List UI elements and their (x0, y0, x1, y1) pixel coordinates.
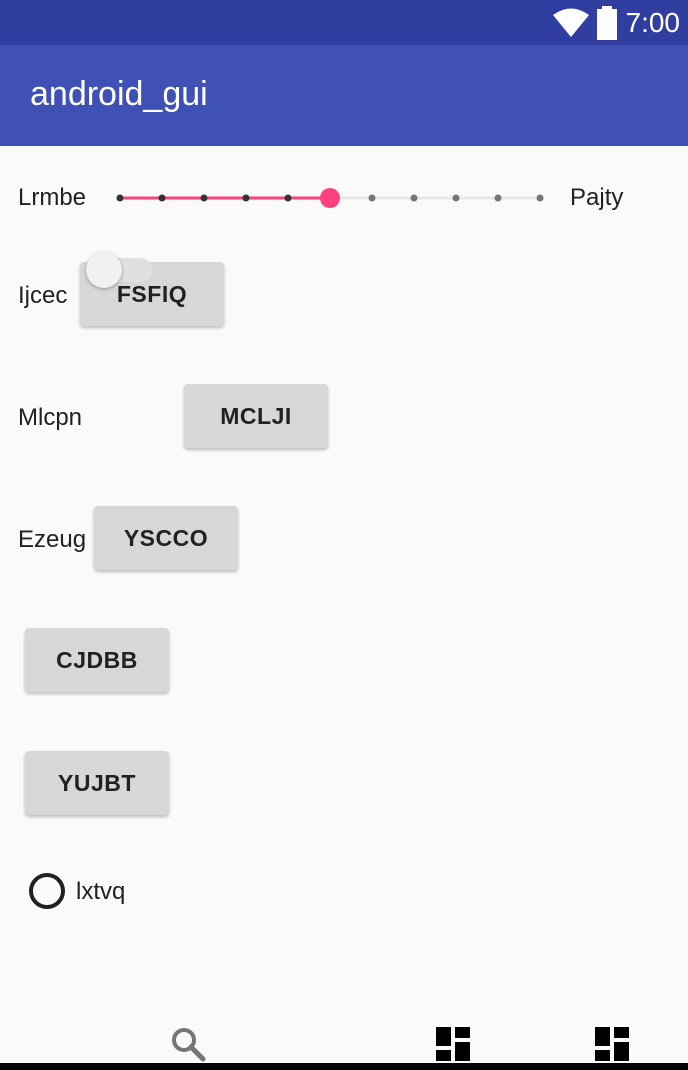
mlcpn-switch-thumb[interactable] (86, 252, 122, 288)
mlcpn-label: Mlcpn (18, 404, 83, 431)
yscco-button[interactable]: YSCCO (94, 506, 238, 570)
bottom-nav (0, 1010, 688, 1070)
seekbar-tick (368, 194, 376, 202)
status-bar: 7:00 (0, 0, 688, 45)
ezeug-label: Ezeug (18, 526, 87, 553)
seekbar-left-label: Lrmbe (18, 184, 87, 211)
seekbar-tick (242, 194, 250, 202)
seekbar[interactable] (110, 178, 550, 218)
seekbar-thumb[interactable] (320, 188, 340, 208)
app-title: android_gui (30, 75, 208, 113)
system-nav-bar (0, 1063, 688, 1070)
search-icon[interactable] (170, 1026, 206, 1062)
wifi-icon (552, 8, 589, 37)
cjdbb-button[interactable]: CJDBB (25, 628, 169, 692)
app-bar: android_gui (0, 45, 688, 146)
seekbar-tick (494, 194, 502, 202)
status-time: 7:00 (625, 7, 681, 38)
seekbar-tick (116, 194, 124, 202)
battery-icon (596, 6, 617, 40)
ijcec-label: Ijcec (18, 282, 68, 309)
dashboard-icon[interactable] (436, 1027, 470, 1061)
seekbar-tick (200, 194, 208, 202)
seekbar-tick (158, 194, 166, 202)
yujbt-button[interactable]: YUJBT (25, 751, 169, 815)
seekbar-right-label: Pajty (570, 184, 624, 211)
seekbar-tick (452, 194, 460, 202)
status-icons: 7:00 (552, 5, 681, 41)
seekbar-tick (410, 194, 418, 202)
dashboard-icon[interactable] (595, 1027, 629, 1061)
seekbar-tick (284, 194, 292, 202)
lxtvq-radio[interactable] (29, 873, 65, 909)
seekbar-tick (536, 194, 544, 202)
lxtvq-radio-label[interactable]: lxtvq (76, 878, 125, 906)
mclji-button[interactable]: MCLJI (184, 384, 328, 448)
